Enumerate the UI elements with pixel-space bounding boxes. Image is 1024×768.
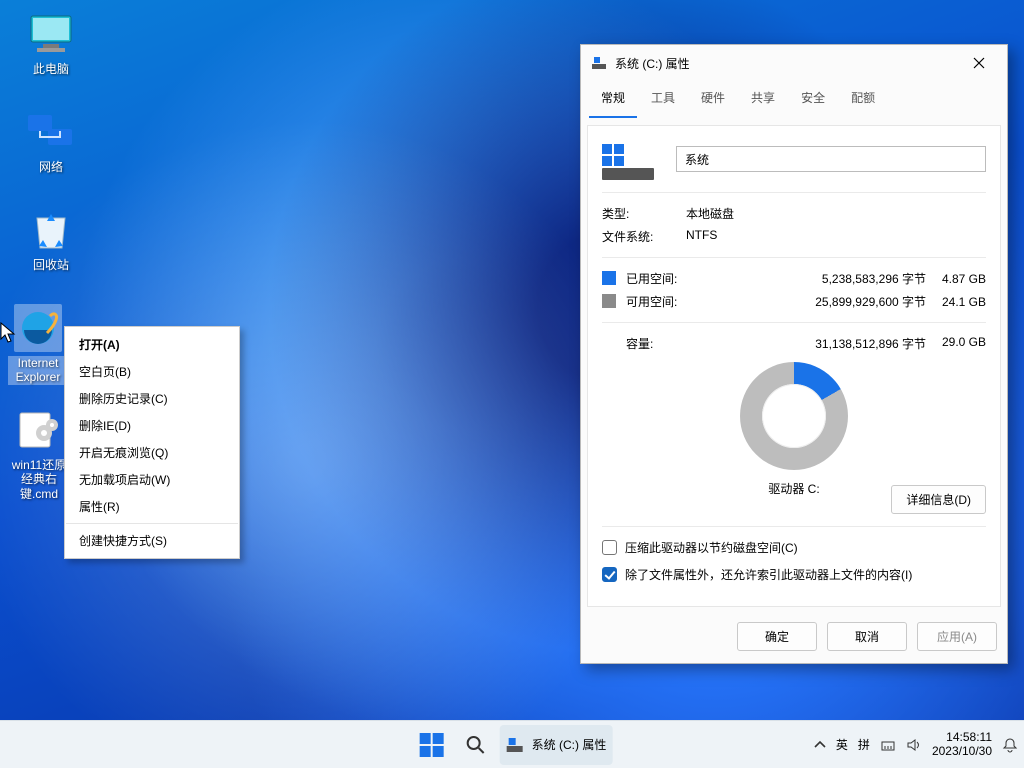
cancel-button[interactable]: 取消 [827, 622, 907, 651]
clock[interactable]: 14:58:11 2023/10/30 [932, 731, 992, 759]
drive-name-input[interactable] [676, 146, 986, 172]
menu-item-clear-history[interactable]: 删除历史记录(C) [65, 385, 239, 412]
menu-item-open[interactable]: 打开(A) [65, 331, 239, 358]
tab-quota[interactable]: 配额 [839, 81, 887, 118]
checkbox-icon[interactable] [602, 540, 617, 555]
used-human: 4.87 GB [926, 272, 986, 286]
used-bytes: 5,238,583,296 字节 [806, 270, 926, 287]
ime-language[interactable]: 英 [836, 736, 848, 753]
menu-item-delete-ie[interactable]: 删除IE(D) [65, 412, 239, 439]
tray-overflow-button[interactable] [814, 739, 826, 751]
tab-hardware[interactable]: 硬件 [689, 81, 737, 118]
details-button[interactable]: 详细信息(D) [891, 485, 986, 514]
free-bytes: 25,899,929,600 字节 [806, 293, 926, 310]
menu-item-properties[interactable]: 属性(R) [65, 493, 239, 520]
general-panel: 类型: 本地磁盘 文件系统: NTFS 已用空间: 5,238,583,296 … [587, 125, 1001, 607]
titlebar[interactable]: 系统 (C:) 属性 [581, 45, 1007, 81]
system-tray: 英 拼 14:58:11 2023/10/30 [814, 731, 1018, 759]
fs-value: NTFS [686, 228, 986, 245]
tab-security[interactable]: 安全 [789, 81, 837, 118]
dialog-button-row: 确定 取消 应用(A) [737, 622, 997, 651]
desktop-icon-label: 此电脑 [14, 62, 88, 76]
clock-date: 2023/10/30 [932, 745, 992, 759]
desktop-icon-cmd[interactable]: win11还原经典右键.cmd [8, 406, 70, 501]
menu-item-blank[interactable]: 空白页(B) [65, 358, 239, 385]
free-swatch-icon [602, 294, 616, 308]
desktop-icon-recycle[interactable]: 回收站 [14, 206, 88, 272]
notifications-button[interactable] [1002, 737, 1018, 753]
gear-file-icon [15, 406, 63, 454]
index-row[interactable]: 除了文件属性外，还允许索引此驱动器上文件的内容(I) [602, 566, 986, 583]
usage-pie-icon [740, 362, 848, 470]
apply-button[interactable]: 应用(A) [917, 622, 997, 651]
context-menu: 打开(A) 空白页(B) 删除历史记录(C) 删除IE(D) 开启无痕浏览(Q)… [64, 326, 240, 559]
type-value: 本地磁盘 [686, 205, 986, 222]
ime-mode[interactable]: 拼 [858, 736, 870, 753]
checkbox-icon[interactable] [602, 567, 617, 582]
type-label: 类型: [602, 205, 686, 222]
taskbar-app-properties[interactable]: 系统 (C:) 属性 [500, 725, 613, 765]
menu-item-create-shortcut[interactable]: 创建快捷方式(S) [65, 527, 239, 554]
search-icon [465, 734, 487, 756]
desktop-icon-pc[interactable]: 此电脑 [14, 10, 88, 76]
volume-tray-icon[interactable] [906, 737, 922, 753]
drive-large-icon [602, 138, 656, 180]
capacity-bytes: 31,138,512,896 字节 [786, 335, 926, 352]
network-icon [27, 108, 75, 156]
used-swatch-icon [602, 271, 616, 285]
desktop-icon-network[interactable]: 网络 [14, 108, 88, 174]
network-tray-icon[interactable] [880, 737, 896, 753]
dialog-title: 系统 (C:) 属性 [615, 55, 957, 72]
speaker-icon [906, 737, 922, 753]
desktop-icon-label: win11还原经典右键.cmd [8, 458, 70, 501]
chevron-up-icon [814, 739, 826, 751]
close-icon [973, 57, 985, 69]
taskbar: 系统 (C:) 属性 英 拼 14:58:11 2023/10/30 [0, 720, 1024, 768]
drive-icon [506, 736, 524, 754]
tab-general[interactable]: 常规 [589, 81, 637, 118]
taskbar-app-title: 系统 (C:) 属性 [532, 736, 607, 753]
desktop-icon-label: 网络 [14, 160, 88, 174]
cursor-icon [0, 322, 18, 344]
tab-sharing[interactable]: 共享 [739, 81, 787, 118]
pc-icon [27, 10, 75, 58]
used-label: 已用空间: [626, 272, 677, 286]
desktop-icon-label: Internet Explorer [8, 356, 68, 385]
clock-time: 14:58:11 [932, 731, 992, 745]
fs-label: 文件系统: [602, 228, 686, 245]
menu-item-noaddons[interactable]: 无加载项启动(W) [65, 466, 239, 493]
ok-button[interactable]: 确定 [737, 622, 817, 651]
desktop-icon-label: 回收站 [14, 258, 88, 272]
tab-strip: 常规 工具 硬件 共享 安全 配额 [581, 81, 1007, 119]
compress-row[interactable]: 压缩此驱动器以节约磁盘空间(C) [602, 539, 986, 556]
desktop-icon-ie[interactable]: Internet Explorer [8, 304, 68, 385]
menu-item-inprivate[interactable]: 开启无痕浏览(Q) [65, 439, 239, 466]
free-human: 24.1 GB [926, 295, 986, 309]
start-button[interactable] [412, 725, 452, 765]
ie-icon [14, 304, 62, 352]
index-label: 除了文件属性外，还允许索引此驱动器上文件的内容(I) [625, 566, 912, 583]
menu-separator [66, 523, 238, 524]
bell-icon [1002, 737, 1018, 753]
search-button[interactable] [456, 725, 496, 765]
drive-properties-dialog: 系统 (C:) 属性 常规 工具 硬件 共享 安全 配额 类型: 本地磁盘 文件… [580, 44, 1008, 664]
capacity-human: 29.0 GB [926, 335, 986, 352]
recycle-icon [27, 206, 75, 254]
ethernet-icon [880, 737, 896, 753]
tab-tools[interactable]: 工具 [639, 81, 687, 118]
free-label: 可用空间: [626, 295, 677, 309]
capacity-label: 容量: [602, 335, 786, 352]
close-button[interactable] [957, 48, 1001, 78]
windows-logo-icon [420, 733, 444, 757]
compress-label: 压缩此驱动器以节约磁盘空间(C) [625, 539, 798, 556]
drive-icon [591, 55, 607, 71]
